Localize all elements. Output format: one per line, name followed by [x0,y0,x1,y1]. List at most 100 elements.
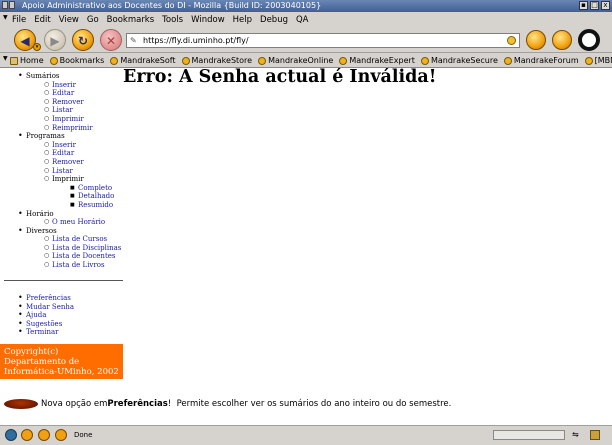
stop-icon: ✕ [105,34,117,48]
toolbar-grip-icon[interactable]: ▼ [3,14,8,21]
news-suffix: ! Permite escolher ver os sumários do an… [167,399,452,409]
bookmark-bookmarks[interactable]: Bookmarks [49,56,105,65]
nav-link[interactable]: Lista de Cursos [52,235,107,243]
bookmark-icon [503,56,512,65]
bookmarks-grip-icon[interactable]: ▼ [3,55,8,62]
window-title: Apoio Administrativo aos Docentes do DI … [22,1,322,10]
search-button[interactable] [526,30,546,50]
nav-link[interactable]: Editar [52,149,74,157]
logout-link[interactable]: Terminar [26,328,59,336]
mail-icon[interactable] [21,429,33,441]
menu-help[interactable]: Help [233,15,252,25]
bookmark-mandrakesecure[interactable]: MandrakeSecure [420,56,498,65]
nav-link[interactable]: Detalhado [78,192,114,200]
menu-view[interactable]: View [59,15,79,25]
menu-file[interactable]: File [12,15,26,25]
nav-section-diversos: Diversos Lista de Cursos Lista de Discip… [18,227,123,270]
news-notice: Nova opção em Preferências ! Permite esc… [4,399,451,409]
window-menu-icon[interactable] [2,1,18,11]
bookmark-icon [584,56,593,65]
menu-edit[interactable]: Edit [34,15,50,25]
bookmark-mandrakeexpert[interactable]: MandrakeExpert [339,56,415,65]
nav-subsection-label: Imprimir [52,175,84,184]
nav-link[interactable]: Listar [52,106,73,114]
news-bullet-icon [4,399,38,409]
forward-button[interactable]: ▶ [44,29,66,51]
bookmark-mandrakeforum[interactable]: MandrakeForum [503,56,579,65]
back-dropdown-icon[interactable]: ▾ [33,43,41,51]
bookmark-label: MandrakeStore [191,56,253,65]
minimize-button[interactable]: ▪ [579,1,588,10]
navigator-icon[interactable] [5,429,17,441]
navigation-toolbar: ◀ ▾ ▶ ↻ ✕ ✎ https://fly.di.uminho.pt/fly… [0,27,612,53]
nav-section-label: Diversos [26,226,57,235]
nav-link[interactable]: Lista de Docentes [52,252,116,260]
menu-tools[interactable]: Tools [162,15,183,25]
bookmark-label: MandrakeOnline [268,56,334,65]
bookmark-mandrakeonline[interactable]: MandrakeOnline [258,56,333,65]
user-menu: Preferências Mudar Senha Ajuda Sugestões… [18,294,74,337]
back-arrow-icon: ◀ [20,34,30,48]
bookmark-mandrakesoft[interactable]: MandrakeSoft [110,56,176,65]
reload-icon: ↻ [77,34,89,48]
status-text: Done [74,431,93,439]
menu-go[interactable]: Go [87,15,99,25]
nav-link[interactable]: Reimprimir [52,124,93,132]
nav-link[interactable]: Resumido [78,201,113,209]
bookmark-icon [181,56,190,65]
throbber-icon[interactable] [578,29,600,51]
bookmark-label: [MBNet]-Pagam... [594,56,612,65]
bookmark-label: MandrakeSoft [120,56,176,65]
nav-section-programas: Programas Inserir Editar Remover Listar … [18,132,123,209]
menu-bookmarks[interactable]: Bookmarks [107,15,155,25]
reload-button[interactable]: ↻ [72,29,94,51]
change-password-link[interactable]: Mudar Senha [26,303,74,311]
menu-bar: ▼ File Edit View Go Bookmarks Tools Wind… [0,12,612,27]
nav-link[interactable]: Remover [52,158,84,166]
url-field[interactable]: ✎ https://fly.di.uminho.pt/fly/ [126,33,520,48]
preferences-link[interactable]: Preferências [26,294,71,302]
back-button[interactable]: ◀ ▾ [14,29,41,51]
print-button[interactable] [552,30,572,50]
go-icon[interactable] [507,36,516,45]
address-book-icon[interactable] [55,429,67,441]
nav-link[interactable]: O meu Horário [52,218,105,226]
nav-link[interactable]: Imprimir [52,115,84,123]
nav-link[interactable]: Inserir [52,141,76,149]
composer-icon[interactable] [38,429,50,441]
nav-link[interactable]: Lista de Disciplinas [52,244,121,252]
menu-debug[interactable]: Debug [260,15,288,25]
url-text[interactable]: https://fly.di.uminho.pt/fly/ [143,36,249,45]
menu-qa[interactable]: QA [296,15,309,25]
status-bar: Done ⇋ [0,425,612,445]
news-prefix: Nova opção em [41,399,108,409]
bookmark-mandrakestore[interactable]: MandrakeStore [181,56,253,65]
forward-arrow-icon: ▶ [50,34,60,48]
progress-bar [493,430,565,440]
page-icon: ✎ [130,36,137,45]
nav-section-label: Programas [26,132,65,141]
bookmark-home[interactable]: Home [10,56,44,65]
help-link[interactable]: Ajuda [26,311,46,319]
nav-link[interactable]: Completo [78,184,112,192]
bookmark-label: MandrakeExpert [349,56,415,65]
bookmark-mbnet[interactable]: [MBNet]-Pagam... [584,56,612,65]
online-status-icon[interactable]: ⇋ [572,430,586,440]
nav-section-horario: Horário O meu Horário [18,210,123,227]
nav-section-label: Sumários [26,72,60,80]
stop-button[interactable]: ✕ [100,29,122,51]
sidebar-nav: Sumários Inserir Editar Remover Listar I… [0,68,123,270]
suggestions-link[interactable]: Sugestões [26,320,62,328]
close-button[interactable]: x [601,1,610,10]
bookmark-label: Bookmarks [59,56,105,65]
nav-link[interactable]: Inserir [52,81,76,89]
sidebar-divider [4,280,123,281]
nav-link[interactable]: Editar [52,89,74,97]
security-lock-icon[interactable] [590,430,600,440]
nav-section-sumarios: Sumários Inserir Editar Remover Listar I… [18,72,123,132]
maximize-button[interactable]: □ [590,1,599,10]
nav-link[interactable]: Listar [52,167,73,175]
nav-link[interactable]: Remover [52,98,84,106]
nav-link[interactable]: Lista de Livros [52,261,105,269]
menu-window[interactable]: Window [191,15,225,25]
